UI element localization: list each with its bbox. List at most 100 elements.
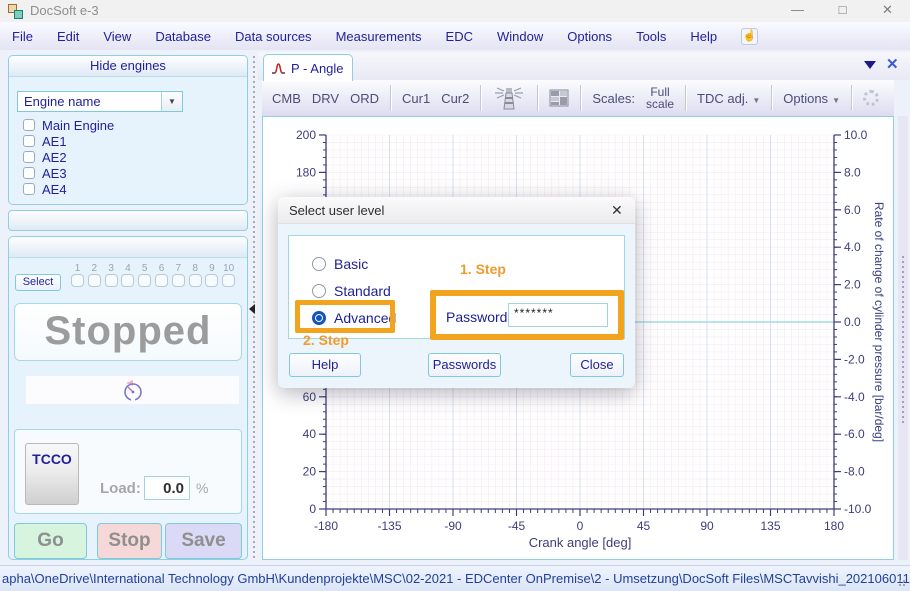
- menu-data-sources[interactable]: Data sources: [235, 29, 312, 44]
- password-input[interactable]: *******: [508, 303, 608, 327]
- cylinder-checkbox[interactable]: [205, 274, 218, 287]
- close-button[interactable]: ✕: [865, 0, 910, 22]
- close-icon[interactable]: ✕: [886, 55, 899, 73]
- tab-p-angle[interactable]: P - Angle: [263, 54, 353, 81]
- cylinder-number: 10: [220, 263, 237, 274]
- menu-tools[interactable]: Tools: [636, 29, 666, 44]
- engine-control-panel: Select 12345678910 Stopped TCCO Load: 0.…: [8, 236, 248, 560]
- menu-view[interactable]: View: [103, 29, 131, 44]
- svg-text:8.0: 8.0: [844, 165, 861, 179]
- radio-standard[interactable]: Standard: [312, 283, 391, 299]
- radio-advanced[interactable]: Advanced: [312, 310, 396, 326]
- file-path: apha\OneDrive\International Technology G…: [2, 571, 910, 586]
- help-button[interactable]: Help: [289, 353, 361, 377]
- cylinder-checkbox[interactable]: [222, 274, 235, 287]
- svg-text:200: 200: [296, 128, 316, 142]
- cylinder-checkbox[interactable]: [189, 274, 202, 287]
- radio-basic[interactable]: Basic: [312, 256, 368, 272]
- menu-window[interactable]: Window: [497, 29, 543, 44]
- svg-text:0.0: 0.0: [844, 315, 861, 329]
- menu-options[interactable]: Options: [567, 29, 612, 44]
- chart-toolbar: CMB DRV ORD Cur1 Cur2: [262, 80, 894, 116]
- options-button[interactable]: Options▼: [783, 91, 840, 106]
- svg-text:60: 60: [303, 390, 317, 404]
- toolbar-button-cur2[interactable]: Cur2: [441, 91, 469, 106]
- toolbar-button-cmb[interactable]: CMB: [272, 91, 301, 106]
- engine-checkbox[interactable]: [23, 135, 35, 147]
- toolbar-button-ord[interactable]: ORD: [350, 91, 379, 106]
- svg-text:0: 0: [309, 502, 316, 516]
- stop-button[interactable]: Stop: [97, 523, 162, 559]
- maximize-button[interactable]: □: [820, 0, 865, 22]
- splitter-collapse-icon[interactable]: [249, 304, 255, 314]
- cylinder-checkbox[interactable]: [71, 274, 84, 287]
- full-scale-button[interactable]: Fullscale: [646, 86, 674, 110]
- svg-text:-45: -45: [508, 519, 526, 533]
- cylinder-number: 6: [153, 263, 170, 274]
- dialog-close-button[interactable]: Close: [570, 353, 624, 377]
- cylinder-checkbox[interactable]: [88, 274, 101, 287]
- chevron-down-icon[interactable]: ▼: [161, 92, 182, 111]
- engine-name-dropdown[interactable]: Engine name ▼: [17, 91, 183, 112]
- svg-text:-135: -135: [377, 519, 401, 533]
- control-panel-header[interactable]: [9, 237, 247, 258]
- radio-label: Standard: [334, 283, 391, 299]
- cylinder-checkbox[interactable]: [105, 274, 118, 287]
- svg-text:90: 90: [700, 519, 714, 533]
- cylinder-checkbox[interactable]: [138, 274, 151, 287]
- lighthouse-icon[interactable]: [492, 85, 526, 111]
- hand-pointer-icon[interactable]: ☝: [741, 28, 758, 45]
- radio-icon[interactable]: [312, 284, 326, 298]
- engine-checkbox[interactable]: [23, 119, 35, 131]
- svg-text:40: 40: [303, 427, 317, 441]
- application-window: DocSoft e-3 — □ ✕ File Edit View Database Da…: [0, 0, 910, 591]
- passwords-button[interactable]: Passwords: [428, 353, 501, 377]
- load-label: Load:: [100, 480, 141, 497]
- engine-checkbox[interactable]: [23, 151, 35, 163]
- cylinder-column-1: 1: [69, 263, 86, 287]
- engine-checkbox[interactable]: [23, 183, 35, 195]
- tcco-button[interactable]: TCCO: [25, 443, 79, 505]
- resize-grip[interactable]: [897, 578, 906, 587]
- collapsed-panel-bar[interactable]: [8, 210, 248, 231]
- chevron-down-icon[interactable]: [864, 61, 876, 69]
- engine-label: AE2: [42, 150, 67, 165]
- menu-help[interactable]: Help: [690, 29, 717, 44]
- save-button[interactable]: Save: [165, 523, 242, 559]
- window-title: DocSoft e-3: [30, 3, 99, 18]
- hide-engines-header[interactable]: Hide engines: [9, 56, 247, 77]
- menu-measurements[interactable]: Measurements: [336, 29, 422, 44]
- toolbar-button-drv[interactable]: DRV: [312, 91, 339, 106]
- svg-text:-6.0: -6.0: [844, 427, 865, 441]
- svg-text:4.0: 4.0: [844, 240, 861, 254]
- close-icon[interactable]: ✕: [611, 202, 623, 219]
- cylinder-column-2: 2: [86, 263, 103, 287]
- right-splitter-strip[interactable]: [898, 116, 908, 560]
- menu-database[interactable]: Database: [155, 29, 211, 44]
- load-input[interactable]: 0.0: [144, 476, 190, 500]
- minimize-button[interactable]: —: [775, 0, 820, 22]
- cylinder-column-8: 8: [187, 263, 204, 287]
- select-user-level-dialog: Select user level ✕ BasicStandardAdvance…: [278, 197, 635, 388]
- radio-icon[interactable]: [312, 257, 326, 271]
- menu-file[interactable]: File: [12, 29, 33, 44]
- hide-engines-panel: Hide engines Engine name ▼ Main EngineAE…: [8, 55, 248, 205]
- engine-label: AE3: [42, 166, 67, 181]
- svg-text:180: 180: [296, 165, 316, 179]
- go-button[interactable]: Go: [14, 523, 87, 559]
- curve-peak-icon: [271, 61, 286, 76]
- cylinder-checkbox[interactable]: [172, 274, 185, 287]
- layout-grid-icon[interactable]: [549, 89, 569, 107]
- menu-edit[interactable]: Edit: [57, 29, 79, 44]
- engine-checkbox[interactable]: [23, 167, 35, 179]
- cylinder-checkbox[interactable]: [155, 274, 168, 287]
- toolbar-button-cur1[interactable]: Cur1: [402, 91, 430, 106]
- select-button[interactable]: Select: [15, 274, 61, 291]
- radio-icon[interactable]: [312, 311, 326, 325]
- cylinder-checkbox[interactable]: [121, 274, 134, 287]
- svg-text:Rate of change of cylinder pre: Rate of change of cylinder pressure [bar…: [872, 202, 886, 442]
- tdc-adj-button[interactable]: TDC adj.▼: [697, 91, 760, 106]
- menu-edc[interactable]: EDC: [446, 29, 473, 44]
- radio-label: Advanced: [334, 310, 396, 326]
- svg-text:2.0: 2.0: [844, 278, 861, 292]
